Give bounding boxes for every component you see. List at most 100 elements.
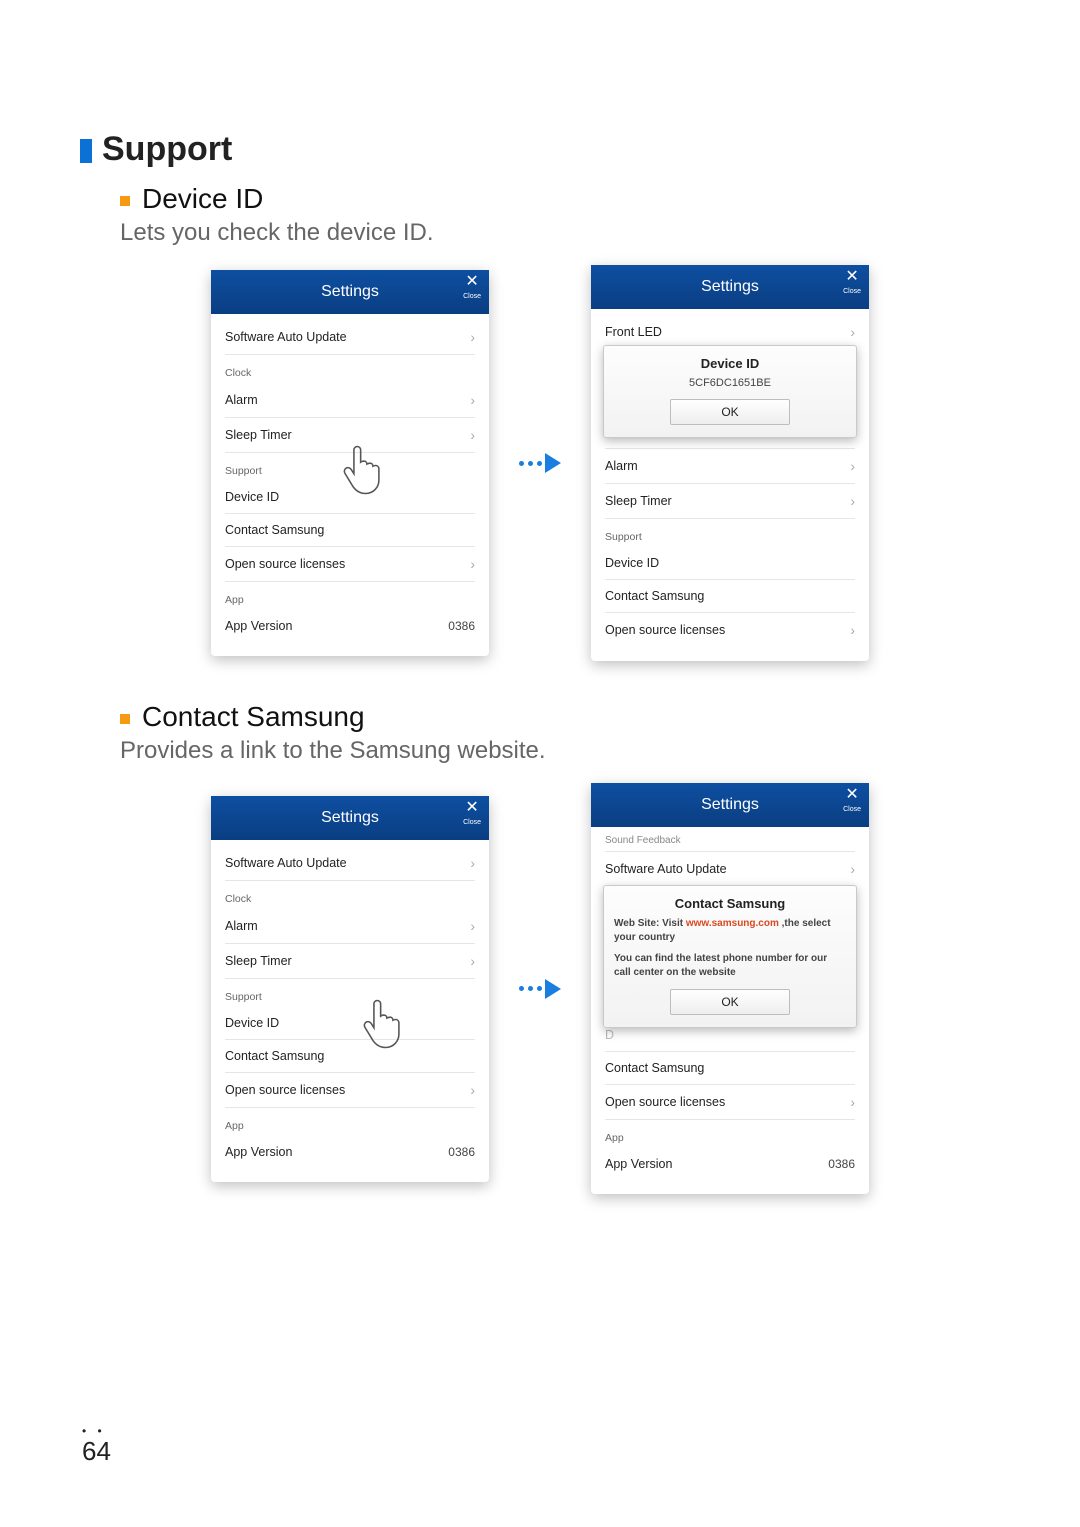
chevron-right-icon: ›: [470, 1082, 475, 1098]
transition-arrow: [519, 453, 561, 473]
row-sleep-timer[interactable]: Sleep Timer ›: [225, 418, 475, 453]
device-id-description: Lets you check the device ID.: [120, 219, 1000, 247]
subheading-device-id: Device ID: [120, 183, 1000, 215]
phone-settings-deviceid-before: Settings ✕ Close Software Auto Update › …: [211, 270, 489, 656]
row-sleep-timer[interactable]: Sleep Timer ›: [225, 944, 475, 979]
phone-header: Settings ✕ Close: [211, 796, 489, 840]
row-open-source[interactable]: Open source licenses ›: [225, 1073, 475, 1108]
label: Contact Samsung: [225, 523, 324, 537]
value: 0386: [448, 619, 475, 633]
row-sleep-timer[interactable]: Sleep Timer ›: [605, 484, 855, 519]
phone-title: Settings: [701, 796, 759, 814]
row-device-id[interactable]: Device ID: [225, 1007, 475, 1040]
figure-row-device-id: Settings ✕ Close Software Auto Update › …: [80, 265, 1000, 661]
popup-contact-samsung: Contact Samsung Web Site: Visit www.sams…: [603, 885, 857, 1028]
close-label: Close: [463, 816, 481, 830]
phone-header: Settings ✕ Close: [591, 783, 869, 827]
label: Open source licenses: [225, 557, 345, 571]
subheading-contact-samsung: Contact Samsung: [120, 701, 1000, 733]
close-label: Close: [843, 803, 861, 817]
label: Device ID: [225, 490, 279, 504]
bullet-orange-icon: [120, 196, 130, 206]
label: Alarm: [605, 459, 638, 473]
value: 0386: [448, 1145, 475, 1159]
text: Web Site: Visit: [614, 918, 686, 929]
chevron-right-icon: ›: [850, 622, 855, 638]
dots-icon: [519, 986, 542, 991]
row-open-source[interactable]: Open source licenses ›: [605, 1085, 855, 1120]
row-device-id[interactable]: Device ID: [605, 547, 855, 580]
row-alarm[interactable]: Alarm ›: [605, 449, 855, 484]
phone-body: Sound Feedback Software Auto Update › C …: [591, 827, 869, 1194]
row-software-auto-update[interactable]: Software Auto Update ›: [225, 846, 475, 881]
label: Software Auto Update: [225, 330, 347, 344]
label: Device ID: [605, 556, 659, 570]
samsung-link[interactable]: www.samsung.com: [686, 918, 779, 929]
arrow-right-icon: [545, 453, 561, 473]
chevron-right-icon: ›: [850, 458, 855, 474]
section-support: Support: [225, 979, 475, 1007]
label: Software Auto Update: [605, 862, 727, 876]
row-open-source[interactable]: Open source licenses ›: [605, 613, 855, 647]
chevron-right-icon: ›: [470, 855, 475, 871]
row-app-version: App Version 0386: [225, 1136, 475, 1168]
label: App Version: [605, 1157, 672, 1171]
phone-body: Software Auto Update › Clock Alarm › Sle…: [211, 840, 489, 1182]
row-software-auto-update[interactable]: Software Auto Update ›: [225, 320, 475, 355]
row-contact-samsung[interactable]: Contact Samsung: [605, 1052, 855, 1085]
row-partial-sound-feedback: Sound Feedback: [605, 833, 855, 852]
chevron-right-icon: ›: [470, 329, 475, 345]
ok-button[interactable]: OK: [670, 989, 790, 1015]
close-icon: ✕: [465, 273, 478, 290]
row-device-id[interactable]: Device ID: [225, 481, 475, 514]
page-number-value: 64: [82, 1436, 111, 1466]
chevron-right-icon: ›: [850, 493, 855, 509]
label: App Version: [225, 619, 292, 633]
chevron-right-icon: ›: [470, 918, 475, 934]
phone-title: Settings: [321, 283, 379, 301]
label: Contact Samsung: [225, 1049, 324, 1063]
close-button[interactable]: ✕ Close: [463, 275, 481, 304]
phone-settings-deviceid-after: Settings ✕ Close Front LED › S S C Alarm…: [591, 265, 869, 661]
close-button[interactable]: ✕ Close: [463, 801, 481, 830]
close-label: Close: [843, 285, 861, 299]
close-icon: ✕: [465, 799, 478, 816]
phone-header: Settings ✕ Close: [211, 270, 489, 314]
label: Open source licenses: [225, 1083, 345, 1097]
phone-settings-contact-after: Settings ✕ Close Sound Feedback Software…: [591, 783, 869, 1194]
label: Open source licenses: [605, 623, 725, 637]
label: Contact Samsung: [605, 1061, 704, 1075]
section-clock: Clock: [225, 355, 475, 383]
label: Device ID: [225, 1016, 279, 1030]
phone-settings-contact-before: Settings ✕ Close Software Auto Update › …: [211, 796, 489, 1182]
row-software-auto-update[interactable]: Software Auto Update ›: [605, 852, 855, 887]
close-icon: ✕: [845, 786, 858, 803]
row-contact-samsung[interactable]: Contact Samsung: [225, 514, 475, 547]
row-alarm[interactable]: Alarm ›: [225, 383, 475, 418]
chevron-right-icon: ›: [850, 1094, 855, 1110]
popup-title: Device ID: [614, 356, 846, 371]
section-app: App: [225, 582, 475, 610]
popup-device-id: Device ID 5CF6DC1651BE OK: [603, 345, 857, 438]
chevron-right-icon: ›: [850, 324, 855, 340]
label: Sleep Timer: [225, 428, 292, 442]
section-app: App: [605, 1120, 855, 1148]
arrow-right-icon: [545, 979, 561, 999]
close-button[interactable]: ✕ Close: [843, 788, 861, 817]
row-contact-samsung[interactable]: Contact Samsung: [225, 1040, 475, 1073]
label: Sleep Timer: [605, 494, 672, 508]
row-app-version: App Version 0386: [225, 610, 475, 642]
phone-title: Settings: [321, 809, 379, 827]
close-button[interactable]: ✕ Close: [843, 270, 861, 299]
row-contact-samsung[interactable]: Contact Samsung: [605, 580, 855, 613]
subheading-device-id-text: Device ID: [142, 183, 263, 214]
bullet-orange-icon: [120, 714, 130, 724]
section-app: App: [225, 1108, 475, 1136]
label: App Version: [225, 1145, 292, 1159]
phone-title: Settings: [701, 278, 759, 296]
row-alarm[interactable]: Alarm ›: [225, 909, 475, 944]
ok-button[interactable]: OK: [670, 399, 790, 425]
section-support: Support: [225, 453, 475, 481]
row-open-source[interactable]: Open source licenses ›: [225, 547, 475, 582]
section-clock: Clock: [225, 881, 475, 909]
